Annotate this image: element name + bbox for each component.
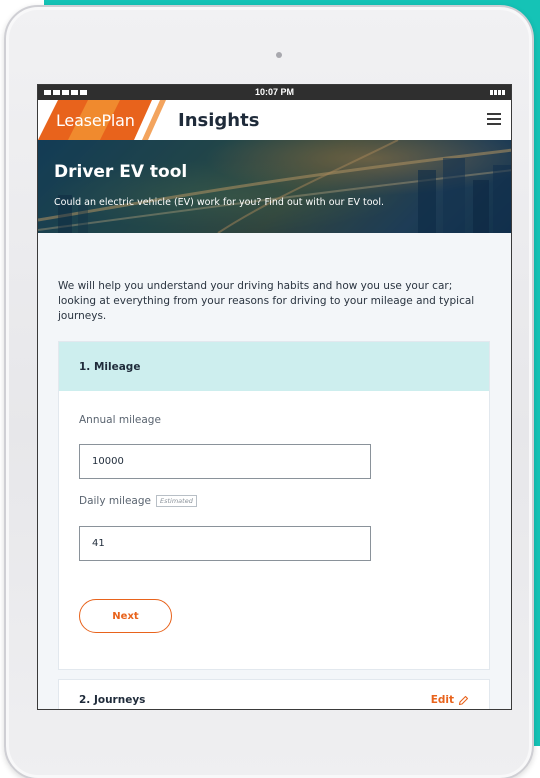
status-time: 10:07 PM (254, 87, 295, 97)
edit-link[interactable]: Edit (431, 694, 469, 706)
page-title: Insights (178, 109, 260, 131)
journeys-card-header[interactable]: 2. Journeys Edit (59, 680, 489, 709)
tablet-screen: 10:07 PM LeasePlan Insights Driver EV to… (37, 84, 512, 710)
annual-mileage-label-text: Annual mileage (79, 414, 161, 426)
daily-mileage-input[interactable] (79, 526, 371, 561)
next-button[interactable]: Next (79, 599, 172, 633)
brand-logo[interactable]: LeasePlan (38, 100, 178, 140)
hero-banner: Driver EV tool Could an electric vehicle… (38, 140, 511, 233)
hero-overlay (38, 140, 511, 233)
status-bar: 10:07 PM (38, 85, 511, 100)
daily-mileage-label-text: Daily mileage (79, 495, 151, 507)
annual-mileage-input[interactable] (79, 444, 371, 479)
journeys-card-title: 2. Journeys (79, 694, 146, 706)
pencil-icon (458, 695, 469, 705)
app-header: LeasePlan Insights (38, 100, 511, 140)
edit-link-label: Edit (430, 694, 454, 706)
hero-title: Driver EV tool (54, 162, 188, 182)
camera-icon (276, 52, 282, 58)
annual-mileage-label: Annual mileage (79, 414, 161, 426)
estimated-badge: Estimated (156, 495, 197, 507)
journeys-card: 2. Journeys Edit (58, 679, 490, 709)
hamburger-menu-icon[interactable] (487, 113, 501, 125)
hero-subtitle: Could an electric vehicle (EV) work for … (54, 197, 385, 208)
mileage-card: 1. Mileage Annual mileage Daily mileage … (58, 341, 490, 670)
mileage-card-header[interactable]: 1. Mileage (59, 342, 489, 391)
brand-name: LeasePlan (56, 111, 135, 130)
mileage-card-title: 1. Mileage (79, 360, 141, 373)
intro-text: We will help you understand your driving… (58, 280, 475, 322)
daily-mileage-label: Daily mileage Estimated (79, 495, 197, 507)
